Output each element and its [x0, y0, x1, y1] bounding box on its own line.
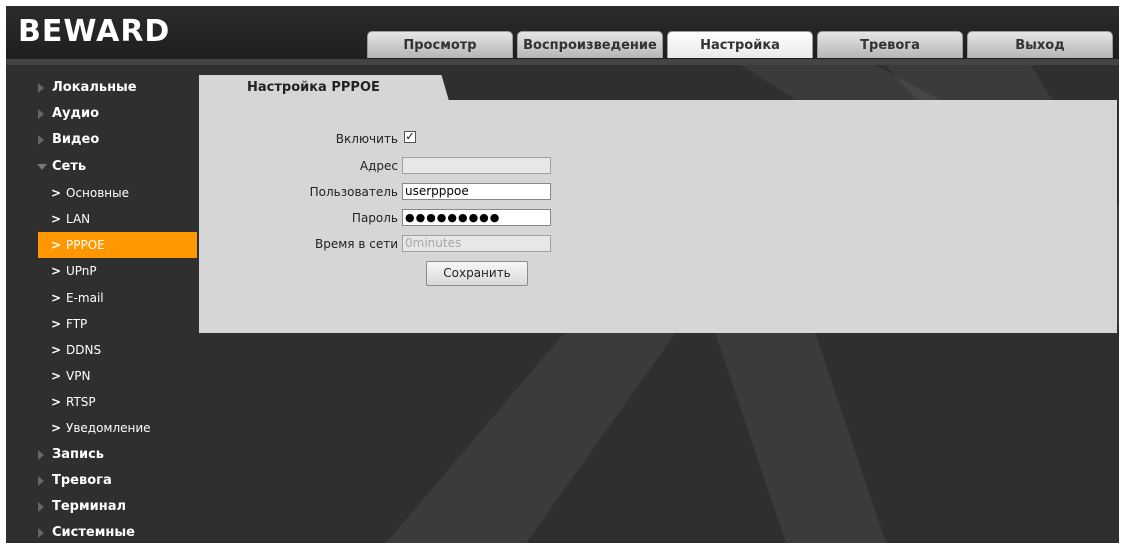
- enable-row: Включить ✓: [199, 129, 599, 149]
- sidebar-item-terminal[interactable]: Терминал: [6, 494, 197, 520]
- chevron-right-icon: >: [51, 421, 62, 436]
- online-time-field: 0minutes: [402, 235, 551, 252]
- sidebar-item-label: Локальные: [52, 80, 137, 95]
- chevron-right-icon: >: [51, 238, 62, 253]
- tab-alarm[interactable]: Тревога: [817, 31, 963, 58]
- sidebar-subitem-label: E-mail: [66, 290, 104, 305]
- password-field[interactable]: ●●●●●●●●●: [402, 209, 551, 226]
- sidebar-subitem-label: FTP: [66, 316, 88, 331]
- password-label: Пароль: [351, 211, 398, 225]
- chevron-right-icon: >: [51, 369, 62, 384]
- caret-right-icon: [38, 449, 44, 460]
- sidebar-item-network[interactable]: Сеть: [6, 154, 197, 180]
- sidebar-item-local[interactable]: Локальные: [6, 75, 197, 101]
- enable-label: Включить: [335, 132, 398, 146]
- sidebar-subitem-lan[interactable]: > LAN: [6, 206, 197, 232]
- user-row: Пользователь userpppoe: [199, 182, 599, 202]
- sidebar-subitem-email[interactable]: > E-mail: [6, 285, 197, 311]
- top-bar: BEWARD Просмотр Воспроизведение Настройк…: [6, 6, 1119, 65]
- app-window: BEWARD Просмотр Воспроизведение Настройк…: [6, 6, 1119, 543]
- username-field[interactable]: userpppoe: [402, 183, 551, 200]
- sidebar-item-label: Тревога: [52, 472, 112, 488]
- sidebar-subitem-notification[interactable]: > Уведомление: [6, 415, 197, 441]
- beward-logo: BEWARD: [18, 14, 171, 49]
- chevron-right-icon: >: [51, 290, 62, 305]
- caret-right-icon: [38, 109, 44, 120]
- sidebar-subitem-label: PPPOE: [66, 238, 105, 253]
- sidebar-item-video[interactable]: Видео: [6, 127, 197, 153]
- user-label: Пользователь: [309, 185, 398, 199]
- chevron-right-icon: >: [51, 211, 62, 226]
- sidebar-subitem-label: RTSP: [66, 395, 96, 410]
- sidebar-subitem-label: DDNS: [66, 342, 102, 357]
- sidebar-subitem-basic[interactable]: > Основные: [6, 180, 197, 206]
- sidebar-menu: Локальные Аудио Видео Сеть > Основные > …: [6, 75, 197, 543]
- sidebar-subitem-label: Уведомление: [66, 421, 151, 436]
- sidebar-item-label: Запись: [52, 446, 105, 462]
- tab-logout[interactable]: Выход: [967, 31, 1113, 58]
- caret-right-icon: [38, 528, 44, 539]
- main-tabs: Просмотр Воспроизведение Настройка Трево…: [367, 31, 1117, 59]
- save-button[interactable]: Сохранить: [426, 261, 528, 286]
- sidebar-subitem-label: Основные: [66, 185, 130, 200]
- password-row: Пароль ●●●●●●●●●: [199, 208, 599, 228]
- sidebar-subitem-ftp[interactable]: > FTP: [6, 311, 197, 337]
- sidebar-item-alarm[interactable]: Тревога: [6, 468, 197, 494]
- tab-view[interactable]: Просмотр: [367, 31, 513, 58]
- sidebar-subitem-vpn[interactable]: > VPN: [6, 363, 197, 389]
- sidebar-item-label: Системные: [52, 525, 135, 541]
- pppoe-settings-panel: Включить ✓ Адрес Пользователь userpppoe …: [199, 100, 1117, 333]
- sidebar-item-label: Терминал: [52, 499, 127, 514]
- enable-checkbox[interactable]: ✓: [404, 131, 416, 143]
- sidebar-subitem-label: VPN: [66, 369, 91, 384]
- sidebar-subitem-label: LAN: [66, 211, 91, 226]
- sidebar-subitem-pppoe[interactable]: > PPPOE: [38, 232, 197, 259]
- chevron-right-icon: >: [51, 185, 62, 200]
- sidebar-item-audio[interactable]: Аудио: [6, 101, 197, 127]
- caret-right-icon: [38, 135, 44, 146]
- sidebar-subitem-ddns[interactable]: > DDNS: [6, 337, 197, 363]
- caret-down-icon: [37, 163, 47, 170]
- page-title: Настройка PPPOE: [247, 80, 380, 95]
- sidebar-item-record[interactable]: Запись: [6, 442, 197, 468]
- caret-right-icon: [38, 83, 44, 93]
- sidebar-subitem-label: UPnP: [66, 264, 97, 279]
- sidebar-item-label: Сеть: [52, 158, 87, 174]
- chevron-right-icon: >: [51, 316, 62, 331]
- sidebar-item-label: Видео: [52, 132, 100, 148]
- caret-right-icon: [38, 502, 44, 512]
- sidebar-subitem-upnp[interactable]: > UPnP: [6, 258, 197, 284]
- chevron-right-icon: >: [51, 395, 62, 410]
- caret-right-icon: [38, 475, 44, 486]
- sidebar-item-system[interactable]: Системные: [6, 520, 197, 543]
- tab-settings[interactable]: Настройка: [667, 31, 813, 58]
- online-time-row: Время в сети 0minutes: [199, 234, 599, 254]
- address-field[interactable]: [402, 157, 551, 174]
- sidebar-subitem-rtsp[interactable]: > RTSP: [6, 389, 197, 415]
- address-label: Адрес: [359, 159, 398, 173]
- chevron-right-icon: >: [51, 264, 62, 279]
- address-row: Адрес: [199, 156, 599, 176]
- tab-playback[interactable]: Воспроизведение: [517, 31, 663, 58]
- panel-header-tab: Настройка PPPOE: [199, 75, 449, 101]
- sidebar-item-label: Аудио: [52, 106, 100, 122]
- chevron-right-icon: >: [51, 342, 62, 357]
- online-time-label: Время в сети: [315, 237, 398, 251]
